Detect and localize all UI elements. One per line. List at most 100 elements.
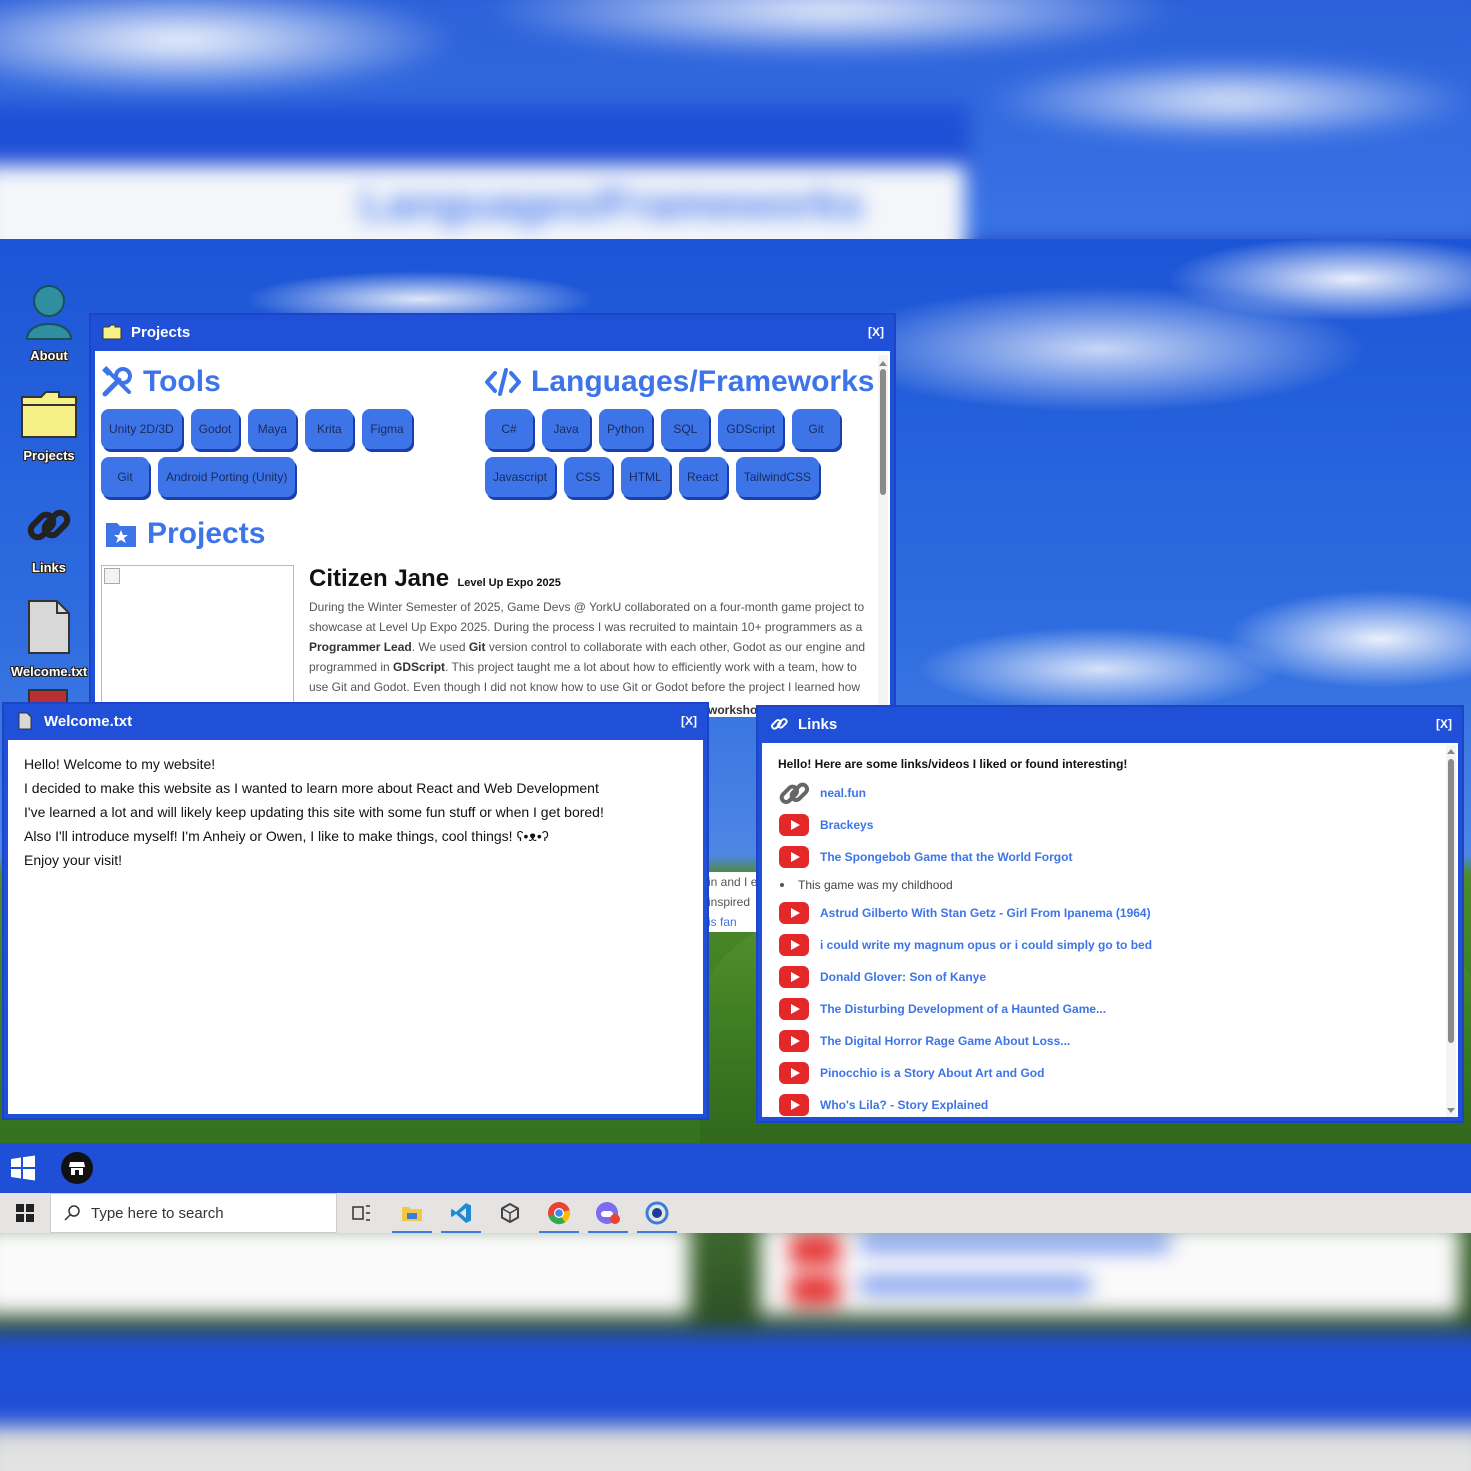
- close-button[interactable]: [X]: [681, 714, 697, 728]
- os-taskbar: Type here to search: [0, 1193, 1471, 1233]
- tool-chip[interactable]: Unity 2D/3D: [101, 409, 182, 449]
- youtube-icon: [778, 965, 810, 989]
- project-image: [101, 565, 294, 707]
- tools-icon: [102, 366, 132, 397]
- welcome-line: I decided to make this website as I want…: [24, 780, 599, 796]
- link-label[interactable]: Donald Glover: Son of Kanye: [820, 970, 986, 984]
- language-chip[interactable]: Python: [599, 409, 653, 449]
- list-item[interactable]: The Disturbing Development of a Haunted …: [778, 993, 1442, 1025]
- launcher-icon: [645, 1201, 669, 1225]
- language-chip[interactable]: TailwindCSS: [735, 457, 820, 497]
- link-label[interactable]: The Spongebob Game that the World Forgot: [820, 850, 1072, 864]
- list-item[interactable]: Brackeys: [778, 809, 1442, 841]
- scroll-up-arrow[interactable]: [879, 361, 887, 366]
- tool-chip[interactable]: Git: [101, 457, 149, 497]
- list-item[interactable]: Astrud Gilberto With Stan Getz - Girl Fr…: [778, 897, 1442, 929]
- game-launcher-button[interactable]: [637, 1197, 677, 1233]
- language-chip[interactable]: Git: [792, 409, 841, 449]
- language-chip[interactable]: React: [678, 457, 727, 497]
- link-label[interactable]: Brackeys: [820, 818, 873, 832]
- language-chip[interactable]: Java: [542, 409, 590, 449]
- list-item[interactable]: The Digital Horror Rage Game About Loss.…: [778, 1025, 1442, 1057]
- list-item[interactable]: neal.fun: [778, 777, 1442, 809]
- broken-image-icon: [104, 568, 120, 584]
- list-item[interactable]: Pinocchio is a Story About Art and God: [778, 1057, 1442, 1089]
- task-view-button[interactable]: [342, 1197, 382, 1229]
- language-chip[interactable]: CSS: [564, 457, 613, 497]
- scroll-down-arrow[interactable]: [1447, 1108, 1455, 1113]
- language-chip[interactable]: C#: [485, 409, 533, 449]
- projects-scrollbar[interactable]: [878, 355, 888, 707]
- close-button[interactable]: [X]: [1436, 717, 1452, 731]
- scroll-up-arrow[interactable]: [1447, 749, 1455, 754]
- tool-chip[interactable]: Maya: [248, 409, 297, 449]
- tool-chip[interactable]: Godot: [190, 409, 240, 449]
- project-details: Citizen Jane Level Up Expo 2025 During t…: [309, 565, 869, 697]
- file-explorer-button[interactable]: [392, 1197, 432, 1233]
- tool-chip[interactable]: Figma: [362, 409, 412, 449]
- welcome-titlebar[interactable]: Welcome.txt [X]: [4, 704, 707, 738]
- list-item[interactable]: i could write my magnum opus or i could …: [778, 929, 1442, 961]
- scroll-thumb[interactable]: [1448, 759, 1454, 1043]
- link-label[interactable]: The Disturbing Development of a Haunted …: [820, 1002, 1106, 1016]
- languages-chips: C# Java Python SQL GDScript Git Javascript CSS H…: [485, 409, 875, 505]
- search-input[interactable]: Type here to search: [50, 1193, 337, 1233]
- list-item[interactable]: Who's Lila? - Story Explained: [778, 1089, 1442, 1117]
- projects-window[interactable]: Projects [X] Tools Unity 2D/3D Godot Maya K…: [89, 313, 896, 713]
- link-label[interactable]: neal.fun: [820, 786, 866, 800]
- languages-section: Languages/Frameworks C# Java Python SQL GDSc…: [485, 365, 875, 505]
- youtube-icon: [778, 1061, 810, 1085]
- projects-content[interactable]: Tools Unity 2D/3D Godot Maya Krita FigmaGit A…: [95, 351, 890, 707]
- desktop-icon-projects[interactable]: Projects: [4, 389, 94, 463]
- vscode-button[interactable]: [441, 1197, 481, 1233]
- site-taskbar: [0, 1143, 1471, 1193]
- links-window[interactable]: Links [X] Hello! Here are some links/vid…: [756, 705, 1464, 1123]
- links-titlebar[interactable]: Links [X]: [758, 707, 1462, 741]
- list-item[interactable]: Donald Glover: Son of Kanye: [778, 961, 1442, 993]
- youtube-icon: [778, 845, 810, 869]
- language-chip[interactable]: GDScript: [718, 409, 784, 449]
- link-label[interactable]: Pinocchio is a Story About Art and God: [820, 1066, 1044, 1080]
- list-item[interactable]: The Spongebob Game that the World Forgot: [778, 841, 1442, 873]
- desktop-icon-links[interactable]: Links: [4, 497, 94, 575]
- link-label[interactable]: i could write my magnum opus or i could …: [820, 938, 1152, 952]
- folder-icon: [21, 391, 77, 438]
- language-chip[interactable]: SQL: [661, 409, 710, 449]
- language-chip[interactable]: HTML: [621, 457, 670, 497]
- link-label[interactable]: Who's Lila? - Story Explained: [820, 1098, 988, 1112]
- link-label[interactable]: The Digital Horror Rage Game About Loss.…: [820, 1034, 1070, 1048]
- document-icon: [28, 600, 70, 654]
- welcome-line: Hello! Welcome to my website!: [24, 756, 216, 772]
- chain-link-icon: [778, 781, 810, 805]
- desktop-icon-welcome[interactable]: Welcome.txt: [4, 597, 94, 679]
- project-text-fragment: in and I e inspired is fan: [706, 872, 758, 932]
- desktop-icon-about[interactable]: About: [4, 283, 94, 363]
- blurred-heading: Languages/Frameworks: [360, 180, 864, 229]
- close-button[interactable]: [X]: [868, 325, 884, 339]
- language-chip[interactable]: Javascript: [485, 457, 556, 497]
- store-icon[interactable]: [61, 1152, 93, 1184]
- links-content[interactable]: Hello! Here are some links/videos I like…: [762, 743, 1458, 1117]
- list-note: This game was my childhood: [778, 873, 1442, 897]
- projects-titlebar[interactable]: Projects [X]: [91, 315, 894, 349]
- project-title: Citizen Jane: [309, 565, 450, 592]
- youtube-icon: [778, 813, 810, 837]
- welcome-content: Hello! Welcome to my website! I decided …: [8, 740, 703, 1114]
- project-event: Level Up Expo 2025: [457, 577, 561, 589]
- chrome-button[interactable]: [539, 1197, 579, 1233]
- code-icon: [485, 368, 521, 396]
- task-view-icon: [352, 1205, 370, 1221]
- game-app-button[interactable]: [588, 1197, 628, 1233]
- links-scrollbar[interactable]: [1446, 745, 1456, 1117]
- windows-logo-icon[interactable]: [10, 1155, 36, 1186]
- chrome-icon: [548, 1202, 571, 1225]
- link-label[interactable]: Astrud Gilberto With Stan Getz - Girl Fr…: [820, 906, 1151, 920]
- tool-chip[interactable]: Android Porting (Unity): [158, 457, 296, 497]
- tool-chip[interactable]: Krita: [305, 409, 354, 449]
- unity-button[interactable]: [490, 1197, 530, 1229]
- project-description: During the Winter Semester of 2025, Game…: [309, 600, 866, 694]
- start-button[interactable]: [16, 1204, 34, 1227]
- welcome-window[interactable]: Welcome.txt [X] Hello! Welcome to my web…: [2, 702, 709, 1120]
- scroll-thumb[interactable]: [880, 369, 886, 495]
- unity-icon: [501, 1203, 519, 1223]
